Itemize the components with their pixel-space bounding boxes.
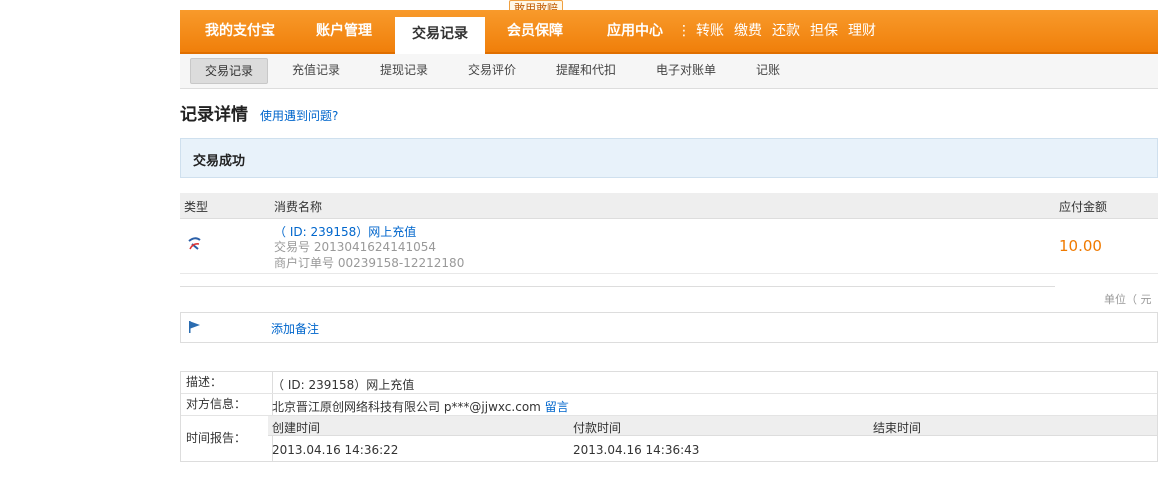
subnav-withdraw-records[interactable]: 提现记录 (372, 58, 436, 82)
detail-row-description: 描述： （ ID: 239158）网上充值 (181, 372, 1157, 394)
subnav-reminders-debit[interactable]: 提醒和代扣 (548, 58, 624, 82)
time-label: 时间报告： (181, 416, 273, 461)
nav-app-center[interactable]: 应用中心 (592, 10, 678, 52)
time-header-ended: 结束时间 (873, 421, 922, 435)
time-paid-value: 2013.04.16 14:36:43 (573, 443, 700, 457)
desc-value: （ ID: 239158）网上充值 (272, 378, 415, 392)
table-header: 类型 消费名称 应付金额 (180, 193, 1158, 219)
order-number: 商户订单号 00239158-12212180 (274, 254, 464, 271)
subnav-recharge-records[interactable]: 充值记录 (284, 58, 348, 82)
nav-quick-guarantee[interactable]: 担保 (810, 10, 838, 52)
time-header-paid: 付款时间 (573, 421, 622, 435)
party-label: 对方信息： (181, 394, 273, 415)
order-no-label: 商户订单号 (274, 256, 335, 270)
time-created-value: 2013.04.16 14:36:22 (272, 443, 399, 457)
trade-no-value: 2013041624141054 (313, 240, 436, 254)
amount-value: 10.00 (1059, 237, 1102, 255)
party-info: 北京晋江原创网络科技有限公司 p***@jjwxc.com (272, 400, 541, 414)
page-title: 记录详情 (180, 105, 248, 125)
subnav-bookkeeping[interactable]: 记账 (748, 58, 788, 82)
time-header-created: 创建时间 (272, 421, 321, 435)
page-wrapper: 敢用敢赔 我的支付宝 账户管理 交易记录 会员保障 应用中心 ⋮ 转账 缴费 还… (180, 0, 1158, 502)
party-value: 北京晋江原创网络科技有限公司 p***@jjwxc.com 留言 (272, 398, 569, 415)
add-remark-link[interactable]: 添加备注 (271, 320, 319, 337)
nav-quick-pay-bills[interactable]: 缴费 (734, 10, 762, 52)
main-nav: 我的支付宝 账户管理 交易记录 会员保障 应用中心 ⋮ 转账 缴费 还款 担保 … (180, 10, 1158, 54)
header-amount: 应付金额 (1059, 200, 1108, 214)
header-name: 消费名称 (274, 200, 323, 214)
flag-icon (189, 321, 200, 333)
trade-status: 交易成功 (193, 154, 246, 169)
trade-no-label: 交易号 (274, 240, 311, 254)
sub-nav: 交易记录 充值记录 提现记录 交易评价 提醒和代扣 电子对账单 记账 (180, 54, 1158, 89)
table-row: （ ID: 239158）网上充值 交易号 2013041624141054 商… (180, 219, 1158, 274)
nav-quick-finance[interactable]: 理财 (848, 10, 876, 52)
recharge-type-icon (188, 237, 201, 250)
remark-row: 添加备注 (180, 312, 1158, 343)
order-no-value: 00239158-12212180 (337, 256, 465, 270)
nav-trade-records[interactable]: 交易记录 (395, 17, 485, 54)
detail-table: 描述： （ ID: 239158）网上充值 对方信息： 北京晋江原创网络科技有限… (180, 371, 1158, 462)
status-bar: 交易成功 (180, 138, 1158, 178)
unit-note: 单位（ 元 (1104, 293, 1152, 306)
desc-label: 描述： (181, 372, 273, 393)
divider (180, 286, 1055, 287)
nav-my-alipay[interactable]: 我的支付宝 (194, 10, 286, 52)
time-header: 创建时间 付款时间 结束时间 (268, 416, 1157, 436)
trade-number: 交易号 2013041624141054 (274, 238, 436, 255)
header-type: 类型 (184, 200, 209, 214)
nav-quick-repay[interactable]: 还款 (772, 10, 800, 52)
message-link[interactable]: 留言 (545, 400, 569, 414)
nav-separator: ⋮ (677, 23, 691, 39)
nav-quick-transfer[interactable]: 转账 (696, 10, 724, 52)
subnav-e-statement[interactable]: 电子对账单 (648, 58, 724, 82)
detail-row-party: 对方信息： 北京晋江原创网络科技有限公司 p***@jjwxc.com 留言 (181, 394, 1157, 416)
nav-account-management[interactable]: 账户管理 (300, 10, 388, 52)
subnav-trade-records[interactable]: 交易记录 (190, 58, 268, 84)
nav-member-protection[interactable]: 会员保障 (498, 10, 572, 52)
subnav-trade-review[interactable]: 交易评价 (460, 58, 524, 82)
help-link[interactable]: 使用遇到问题? (260, 107, 338, 124)
